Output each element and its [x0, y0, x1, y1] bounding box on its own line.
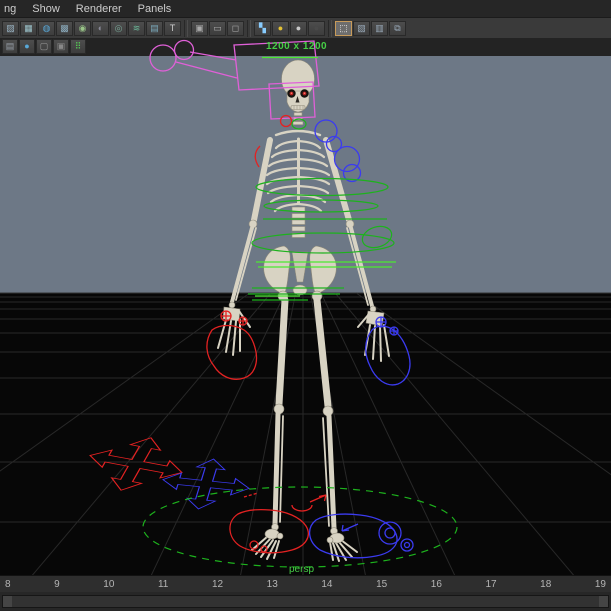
camera-select-icon-glyph: ▣	[195, 22, 204, 33]
isolate-select-icon-glyph: ⬚	[339, 22, 348, 33]
range-slider[interactable]	[0, 592, 611, 611]
resolution-gate-icon[interactable]: ◻	[227, 20, 244, 36]
isolate-select-icon[interactable]: ⬚	[335, 20, 352, 36]
flat-light-icon-glyph: ●	[295, 22, 302, 33]
viewport-background	[0, 38, 611, 575]
menu-item-ng[interactable]: ng	[4, 3, 16, 15]
gpu-cache-icon-glyph: ▣	[56, 41, 66, 51]
wireframe-icon-glyph: ▦	[24, 22, 33, 33]
shaded-display-icon[interactable]: ●	[19, 39, 35, 54]
textured-sphere-icon-glyph: ▩	[60, 22, 69, 33]
title-safe-icon-glyph: T	[169, 22, 176, 33]
wireframe-icon[interactable]: ▦	[20, 20, 37, 36]
timeline-tick-14: 14	[321, 578, 333, 590]
flat-light-icon[interactable]: ●	[290, 20, 307, 36]
toolbar-separator	[184, 19, 188, 37]
shaded-sphere-icon-glyph: ◍	[42, 22, 51, 33]
panel-toolbar: ▨ ▦ ◍ ▩ ◉ ◐ ◎ ≋ ▤ T ▣ ▭ ◻ ▚ ● ● ● ⬚ ▧ ▥ ⧉	[0, 17, 611, 38]
timeline-tick-18: 18	[540, 578, 552, 590]
use-all-lights-icon-glyph: ◉	[78, 22, 87, 33]
multisample-icon[interactable]: ▤	[146, 20, 163, 36]
clip-ghost-icon-glyph: ▨	[6, 22, 15, 33]
timeline-tick-16: 16	[430, 578, 442, 590]
xray-joints-icon-glyph: ▥	[375, 22, 384, 33]
screen-ao-icon-glyph: ◎	[114, 22, 123, 33]
resolution-gate-label: 1200 x 1200	[266, 41, 328, 52]
use-all-lights-icon[interactable]: ◉	[74, 20, 91, 36]
timeline-tick-12: 12	[211, 578, 224, 590]
menu-item-show[interactable]: Show	[32, 3, 60, 15]
motion-blur-icon[interactable]: ≋	[128, 20, 145, 36]
timeline-tick-13: 13	[266, 578, 278, 590]
resolution-gate-icon-glyph: ◻	[231, 22, 240, 33]
time-slider[interactable]: 8 9 10 11 12 13 14 15 16 17 18 19	[0, 575, 611, 592]
camera-select-icon[interactable]: ▣	[191, 20, 208, 36]
toolbar-separator	[247, 19, 251, 37]
film-gate-icon[interactable]: ▭	[209, 20, 226, 36]
grid-toggle-icon-glyph: ▤	[5, 41, 15, 51]
timeline-tick-10: 10	[103, 578, 115, 590]
range-slider-handle-left[interactable]	[3, 596, 12, 607]
range-slider-handle-right[interactable]	[599, 596, 608, 607]
menu-item-renderer[interactable]: Renderer	[76, 3, 122, 15]
greenscreen-icon[interactable]: ⠿	[70, 39, 86, 54]
multisample-icon-glyph: ▤	[150, 22, 159, 33]
film-gate-icon-glyph: ▭	[213, 22, 222, 33]
viewport-panel[interactable]: ▤ ● ▢ ▣ ⠿ 1200 x 1200 persp	[0, 38, 611, 575]
gate-mask-icon-glyph: ▚	[259, 22, 266, 33]
range-slider-track[interactable]	[2, 595, 609, 608]
timeline-tick-11: 11	[157, 578, 169, 590]
camera-name-label: persp	[289, 564, 315, 575]
motion-blur-icon-glyph: ≋	[132, 22, 141, 33]
viewport-canvas[interactable]	[0, 38, 611, 575]
clip-ghost-icon[interactable]: ▨	[2, 20, 19, 36]
viewport-toolbar-secondary: ▤ ● ▢ ▣ ⠿	[2, 39, 86, 54]
node-graph-icon-glyph: ⧉	[394, 22, 401, 33]
xray-icon[interactable]: ▧	[353, 20, 370, 36]
timeline-tick-15: 15	[376, 578, 388, 590]
greenscreen-icon-glyph: ⠿	[74, 41, 82, 51]
shadows-icon-glyph: ◐	[97, 22, 104, 33]
no-light-icon[interactable]: ●	[308, 20, 325, 36]
gate-mask-icon[interactable]: ▚	[254, 20, 271, 36]
timeline-tick-19: 19	[594, 578, 606, 590]
title-safe-icon[interactable]: T	[164, 20, 181, 36]
gpu-cache-icon[interactable]: ▣	[53, 39, 69, 54]
grid-toggle-icon[interactable]: ▤	[2, 39, 18, 54]
viewcube-icon-glyph: ▢	[39, 41, 49, 51]
no-light-icon-glyph: ●	[313, 22, 320, 33]
textured-sphere-icon[interactable]: ▩	[56, 20, 73, 36]
menu-item-panels[interactable]: Panels	[138, 3, 172, 15]
xray-joints-icon[interactable]: ▥	[371, 20, 388, 36]
timeline-tick-9: 9	[54, 578, 60, 590]
shadows-icon[interactable]: ◐	[92, 20, 109, 36]
screen-ao-icon[interactable]: ◎	[110, 20, 127, 36]
panel-menubar: ng Show Renderer Panels	[0, 0, 611, 17]
shaded-sphere-icon[interactable]: ◍	[38, 20, 55, 36]
default-light-icon-glyph: ●	[277, 22, 284, 33]
default-light-icon[interactable]: ●	[272, 20, 289, 36]
shaded-display-icon-glyph: ●	[24, 41, 30, 51]
maya-viewport-window: ng Show Renderer Panels ▨ ▦ ◍ ▩ ◉ ◐ ◎ ≋ ▤ T ▣ ▭ ◻ ▚ ● ● ● ⬚ ▧…	[0, 0, 611, 611]
viewcube-icon[interactable]: ▢	[36, 39, 52, 54]
toolbar-separator	[328, 19, 332, 37]
timeline-tick-8: 8	[5, 578, 11, 590]
xray-icon-glyph: ▧	[357, 22, 366, 33]
timeline-tick-17: 17	[485, 578, 497, 590]
node-graph-icon[interactable]: ⧉	[389, 20, 406, 36]
